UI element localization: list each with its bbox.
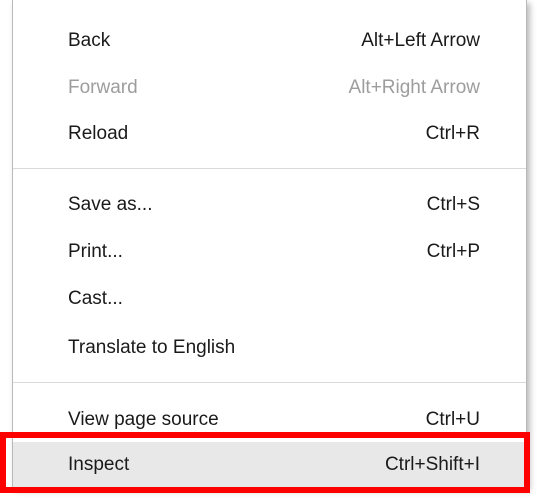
- menu-item-shortcut: Alt+Left Arrow: [361, 30, 480, 51]
- menu-item-save-as[interactable]: Save as... Ctrl+S: [13, 182, 526, 228]
- menu-item-label: Inspect: [68, 454, 130, 475]
- menu-item-label: View page source: [68, 409, 219, 430]
- menu-item-cast[interactable]: Cast...: [13, 276, 526, 322]
- menu-item-print[interactable]: Print... Ctrl+P: [13, 229, 526, 275]
- menu-item-label: Forward: [68, 77, 138, 98]
- menu-item-shortcut: Ctrl+S: [426, 194, 480, 215]
- menu-item-shortcut: Alt+Right Arrow: [348, 77, 480, 98]
- menu-item-view-page-source[interactable]: View page source Ctrl+U: [13, 397, 526, 443]
- menu-item-back[interactable]: Back Alt+Left Arrow: [13, 18, 526, 64]
- menu-item-inspect[interactable]: Inspect Ctrl+Shift+I: [13, 442, 526, 488]
- menu-item-label: Print...: [68, 241, 123, 262]
- menu-item-shortcut: Ctrl+Shift+I: [384, 454, 480, 475]
- menu-separator: [13, 382, 526, 383]
- menu-item-shortcut: Ctrl+P: [426, 241, 480, 262]
- menu-item-reload[interactable]: Reload Ctrl+R: [13, 111, 526, 157]
- menu-item-label: Back: [68, 30, 111, 51]
- menu-item-label: Cast...: [68, 288, 123, 309]
- menu-item-label: Translate to English: [68, 337, 236, 358]
- context-menu: Back Alt+Left Arrow Forward Alt+Right Ar…: [12, 0, 527, 488]
- menu-item-shortcut: Ctrl+U: [425, 409, 480, 430]
- menu-item-shortcut: Ctrl+R: [425, 123, 480, 144]
- menu-item-label: Save as...: [68, 194, 153, 215]
- menu-item-label: Reload: [68, 123, 129, 144]
- menu-separator: [13, 168, 526, 169]
- menu-item-translate[interactable]: Translate to English: [13, 325, 526, 371]
- menu-item-forward: Forward Alt+Right Arrow: [13, 65, 526, 111]
